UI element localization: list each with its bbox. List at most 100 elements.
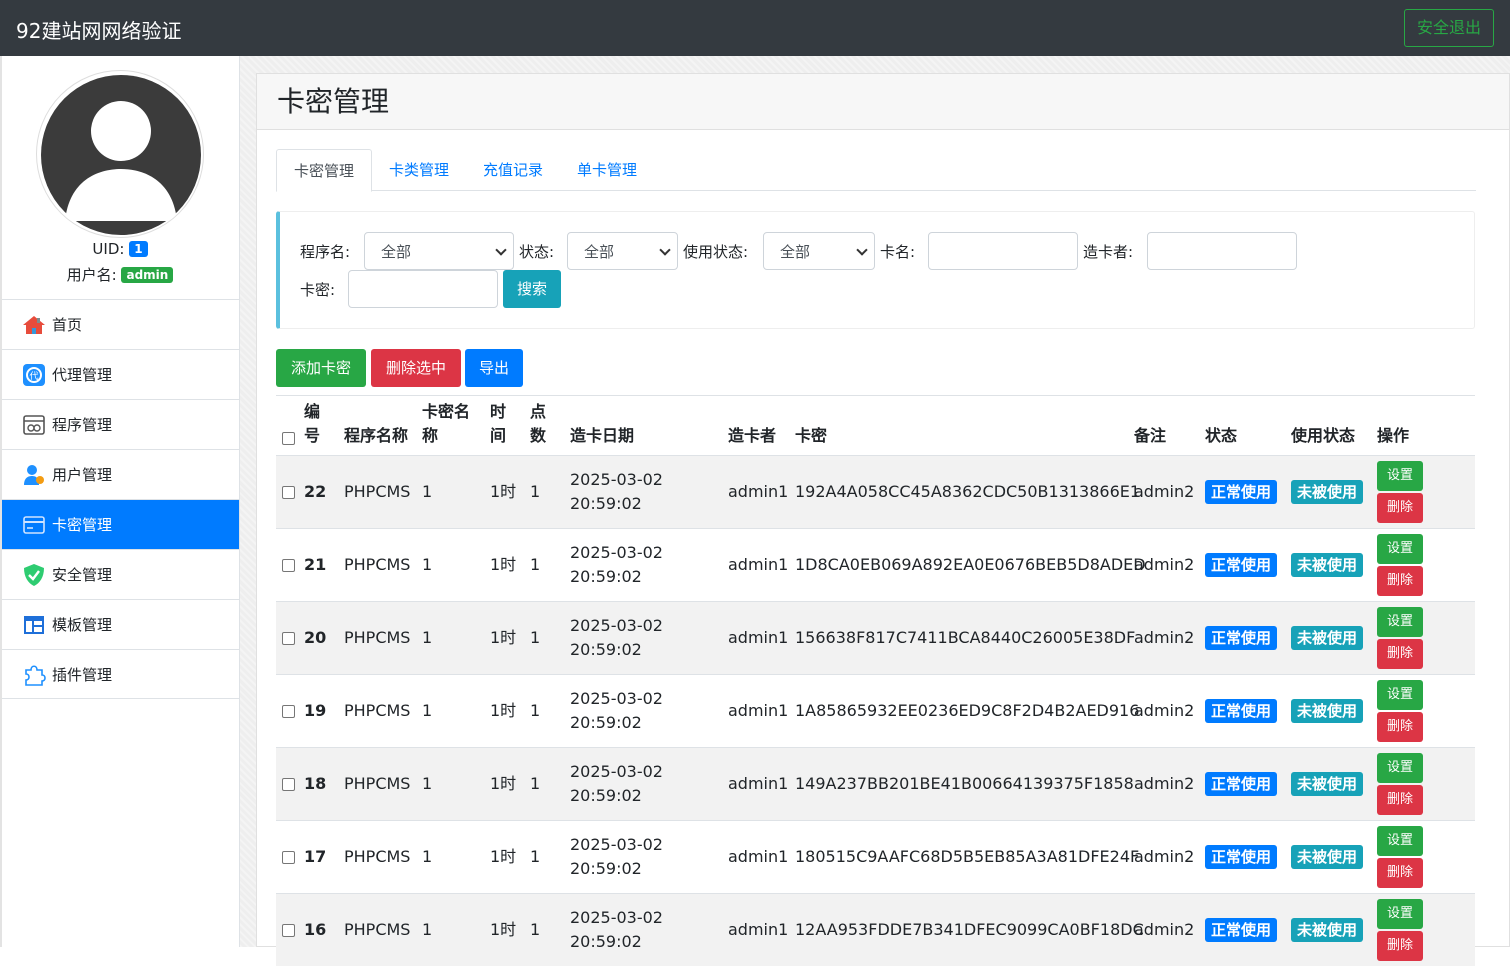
tab-card-keys[interactable]: 卡密管理 xyxy=(276,149,373,192)
row-time: 1时 xyxy=(490,482,517,501)
sidebar-item-template[interactable]: 模板管理 xyxy=(2,599,239,649)
settings-button[interactable]: 设置 xyxy=(1377,607,1423,637)
sidebar-item-card[interactable]: 卡密管理 xyxy=(2,499,239,549)
row-checkbox[interactable] xyxy=(282,705,295,718)
use-status-select-value: 全部 xyxy=(780,243,811,261)
delete-selected-button[interactable]: 删除选中 xyxy=(371,349,461,387)
row-clock: 20:59:02 xyxy=(570,859,642,878)
row-clock: 20:59:02 xyxy=(570,786,642,805)
row-checkbox[interactable] xyxy=(282,851,295,864)
row-card-name: 1 xyxy=(422,847,433,866)
table-row: 21 PHPCMS 1 1时 1 2025-03-02 20:59:02 admin1 1D8C… xyxy=(276,528,1475,601)
row-note: admin2 xyxy=(1134,701,1195,720)
delete-button[interactable]: 删除 xyxy=(1377,712,1423,742)
status-select[interactable]: 全部 xyxy=(567,232,678,270)
table-header: 编 号 程序名称 卡密名 称 时 间 点 数 造卡日期 造卡者 卡密 备注 状态… xyxy=(276,395,1475,455)
row-checkbox[interactable] xyxy=(282,778,295,791)
tab-single-card[interactable]: 单卡管理 xyxy=(560,149,654,191)
card-name-input[interactable] xyxy=(928,232,1078,270)
row-note: admin2 xyxy=(1134,482,1195,501)
row-points: 1 xyxy=(530,920,541,939)
row-card-key: 156638F817C7411BCA8440C26005E38DF xyxy=(795,628,1136,647)
row-time: 1时 xyxy=(490,701,517,720)
template-icon xyxy=(22,613,46,637)
sidebar-item-home[interactable]: 首页 xyxy=(2,299,239,349)
row-card-name: 1 xyxy=(422,628,433,647)
row-creator: admin1 xyxy=(728,847,789,866)
header-points-2: 数 xyxy=(530,426,547,445)
logout-button[interactable]: 安全退出 xyxy=(1404,9,1494,47)
settings-button[interactable]: 设置 xyxy=(1377,461,1423,491)
row-date: 2025-03-02 xyxy=(570,762,663,781)
filter-panel: 程序名: 全部 状态: 全部 使用状态: 全部 卡名: 造卡者: 卡密: 搜索 xyxy=(276,211,1475,329)
sidebar-item-plugin[interactable]: 插件管理 xyxy=(2,649,239,699)
row-time: 1时 xyxy=(490,920,517,939)
use-status-badge: 未被使用 xyxy=(1291,553,1364,577)
card-table: 编 号 程序名称 卡密名 称 时 间 点 数 造卡日期 造卡者 卡密 备注 状态… xyxy=(276,395,1475,966)
delete-button[interactable]: 删除 xyxy=(1377,931,1423,961)
settings-button[interactable]: 设置 xyxy=(1377,534,1423,564)
sidebar-item-label: 模板管理 xyxy=(52,616,113,634)
row-checkbox[interactable] xyxy=(282,559,295,572)
row-note: admin2 xyxy=(1134,774,1195,793)
agent-icon: 代 xyxy=(22,363,46,387)
row-checkbox[interactable] xyxy=(282,632,295,645)
delete-button[interactable]: 删除 xyxy=(1377,858,1423,888)
status-select-value: 全部 xyxy=(584,243,615,261)
sidebar-item-label: 用户管理 xyxy=(52,466,113,484)
table-row: 22 PHPCMS 1 1时 1 2025-03-02 20:59:02 admin1 192A… xyxy=(276,455,1475,528)
card-key-input[interactable] xyxy=(348,270,498,308)
chevron-down-icon xyxy=(856,244,868,256)
row-creator: admin1 xyxy=(728,920,789,939)
row-checkbox[interactable] xyxy=(282,924,295,937)
row-id: 17 xyxy=(304,847,327,866)
delete-button[interactable]: 删除 xyxy=(1377,639,1423,669)
sidebar-item-program[interactable]: 程序管理 xyxy=(2,399,239,449)
row-creator: admin1 xyxy=(728,555,789,574)
uid-line: UID: 1 xyxy=(0,240,240,258)
select-all-checkbox[interactable] xyxy=(282,432,295,445)
program-select[interactable]: 全部 xyxy=(364,232,514,270)
add-card-button[interactable]: 添加卡密 xyxy=(276,349,366,387)
table-row: 20 PHPCMS 1 1时 1 2025-03-02 20:59:02 admin1 1566… xyxy=(276,601,1475,674)
settings-button[interactable]: 设置 xyxy=(1377,753,1423,783)
app-title: 92建站网网络验证 xyxy=(16,19,182,43)
sidebar-item-user[interactable]: 用户管理 xyxy=(2,449,239,499)
row-card-key: 1A85865932EE0236ED9C8F2D4B2AED916 xyxy=(795,701,1140,720)
row-program: PHPCMS xyxy=(344,628,411,647)
tab-card-types[interactable]: 卡类管理 xyxy=(372,149,466,191)
delete-button[interactable]: 删除 xyxy=(1377,493,1423,523)
export-button[interactable]: 导出 xyxy=(465,349,523,387)
search-button[interactable]: 搜索 xyxy=(503,270,561,308)
row-creator: admin1 xyxy=(728,628,789,647)
settings-button[interactable]: 设置 xyxy=(1377,899,1423,929)
row-time: 1时 xyxy=(490,774,517,793)
row-program: PHPCMS xyxy=(344,774,411,793)
use-status-select[interactable]: 全部 xyxy=(763,232,875,270)
row-points: 1 xyxy=(530,701,541,720)
sidebar-item-label: 安全管理 xyxy=(52,566,113,584)
plugin-icon xyxy=(22,662,46,686)
row-card-key: 149A237BB201BE41B00664139375F1858 xyxy=(795,774,1134,793)
sidebar-item-agent[interactable]: 代 代理管理 xyxy=(2,349,239,399)
row-card-name: 1 xyxy=(422,920,433,939)
row-card-key: 12AA953FDDE7B341DFEC9099CA0BF18DC xyxy=(795,920,1144,939)
row-card-key: 180515C9AAFC68D5B5EB85A3A81DFE24F xyxy=(795,847,1140,866)
delete-button[interactable]: 删除 xyxy=(1377,785,1423,815)
chevron-down-icon xyxy=(495,244,507,256)
row-card-key: 192A4A058CC45A8362CDC50B1313866E1 xyxy=(795,482,1141,501)
delete-button[interactable]: 删除 xyxy=(1377,566,1423,596)
settings-button[interactable]: 设置 xyxy=(1377,826,1423,856)
sidebar-item-security[interactable]: 安全管理 xyxy=(2,549,239,599)
row-id: 16 xyxy=(304,920,327,939)
sidebar-item-label: 插件管理 xyxy=(52,665,113,684)
header-status: 状态 xyxy=(1205,426,1238,445)
tab-recharge-records[interactable]: 充值记录 xyxy=(466,149,560,191)
use-status-label: 使用状态: xyxy=(683,243,749,261)
creator-input[interactable] xyxy=(1147,232,1297,270)
row-checkbox[interactable] xyxy=(282,486,295,499)
row-creator: admin1 xyxy=(728,701,789,720)
top-navbar: 92建站网网络验证 安全退出 xyxy=(0,0,1510,56)
settings-button[interactable]: 设置 xyxy=(1377,680,1423,710)
use-status-badge: 未被使用 xyxy=(1291,918,1364,942)
